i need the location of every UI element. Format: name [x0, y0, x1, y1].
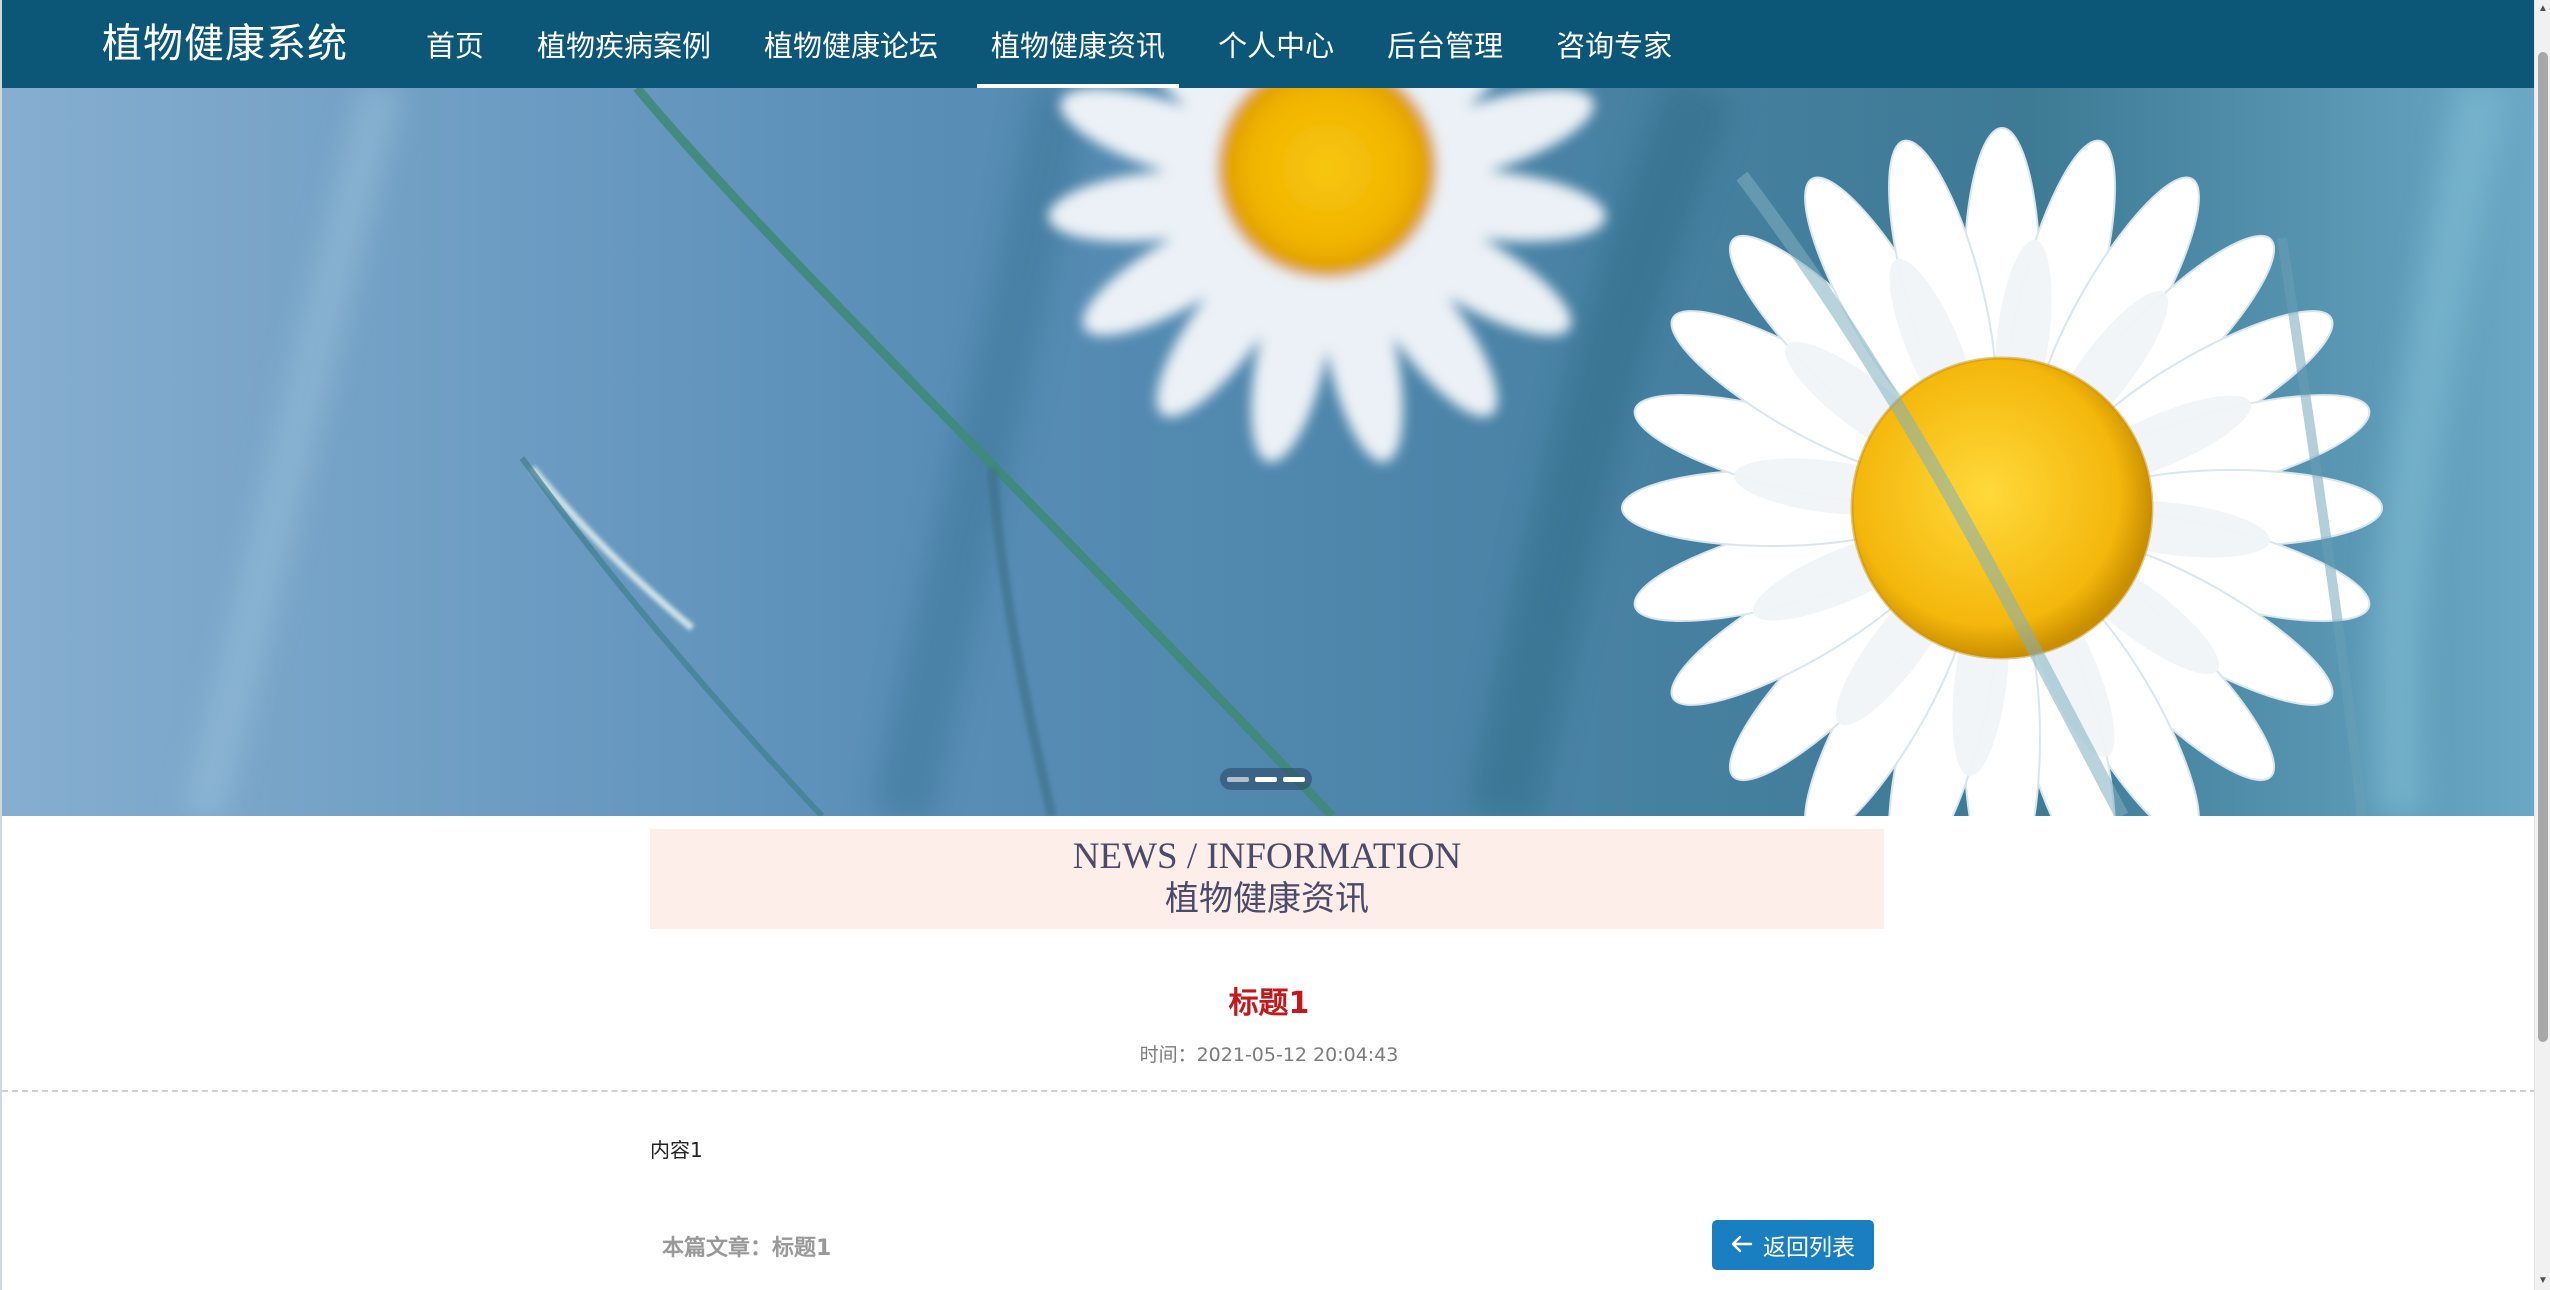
- back-to-list-button[interactable]: 返回列表: [1712, 1220, 1874, 1270]
- nav-item-home[interactable]: 首页: [412, 0, 498, 88]
- scroll-thumb[interactable]: [2538, 52, 2548, 1042]
- nav-item-consult-expert[interactable]: 咨询专家: [1542, 0, 1686, 88]
- brand-logo[interactable]: 植物健康系统: [102, 16, 348, 72]
- vertical-scrollbar[interactable]: ▲ ▼: [2534, 0, 2550, 1290]
- arrow-left-icon: [1731, 1233, 1753, 1257]
- main-nav: 首页 植物疾病案例 植物健康论坛 植物健康资讯 个人中心 后台管理 咨询专家: [412, 0, 1711, 88]
- article-title: 标题1: [1228, 986, 1310, 1021]
- nav-item-news[interactable]: 植物健康资讯: [977, 0, 1180, 88]
- carousel-dot-2[interactable]: [1255, 776, 1277, 782]
- scroll-up-arrow-icon[interactable]: ▲: [2535, 0, 2550, 18]
- nav-item-admin[interactable]: 后台管理: [1373, 0, 1517, 88]
- carousel-dot-3[interactable]: [1283, 776, 1305, 782]
- section-header: NEWS / INFORMATION 植物健康资讯: [650, 829, 1884, 929]
- nav-item-personal-center[interactable]: 个人中心: [1204, 0, 1348, 88]
- banner-carousel[interactable]: [2, 88, 2536, 816]
- article-footer: 本篇文章：标题1 返回列表: [650, 1218, 1874, 1272]
- page: 植物健康系统 首页 植物疾病案例 植物健康论坛 植物健康资讯 个人中心 后台管理…: [0, 0, 2550, 1290]
- top-navbar: 植物健康系统 首页 植物疾病案例 植物健康论坛 植物健康资讯 个人中心 后台管理…: [2, 0, 2536, 88]
- carousel-indicators: [1220, 768, 1312, 790]
- section-title-cn: 植物健康资讯: [1165, 879, 1369, 919]
- section-title-en: NEWS / INFORMATION: [1072, 836, 1462, 877]
- divider: [2, 1090, 2536, 1092]
- nav-item-forum[interactable]: 植物健康论坛: [750, 0, 952, 88]
- nav-item-disease-cases[interactable]: 植物疾病案例: [523, 0, 725, 88]
- carousel-dot-1[interactable]: [1227, 776, 1249, 782]
- current-article-label: 本篇文章：标题1: [662, 1236, 832, 1261]
- article-content: 内容1: [650, 1138, 703, 1162]
- article-time: 时间：2021-05-12 20:04:43: [1139, 1044, 1399, 1066]
- banner-image: [2, 88, 2536, 816]
- scroll-down-arrow-icon[interactable]: ▼: [2535, 1272, 2550, 1290]
- back-to-list-label: 返回列表: [1763, 1235, 1855, 1261]
